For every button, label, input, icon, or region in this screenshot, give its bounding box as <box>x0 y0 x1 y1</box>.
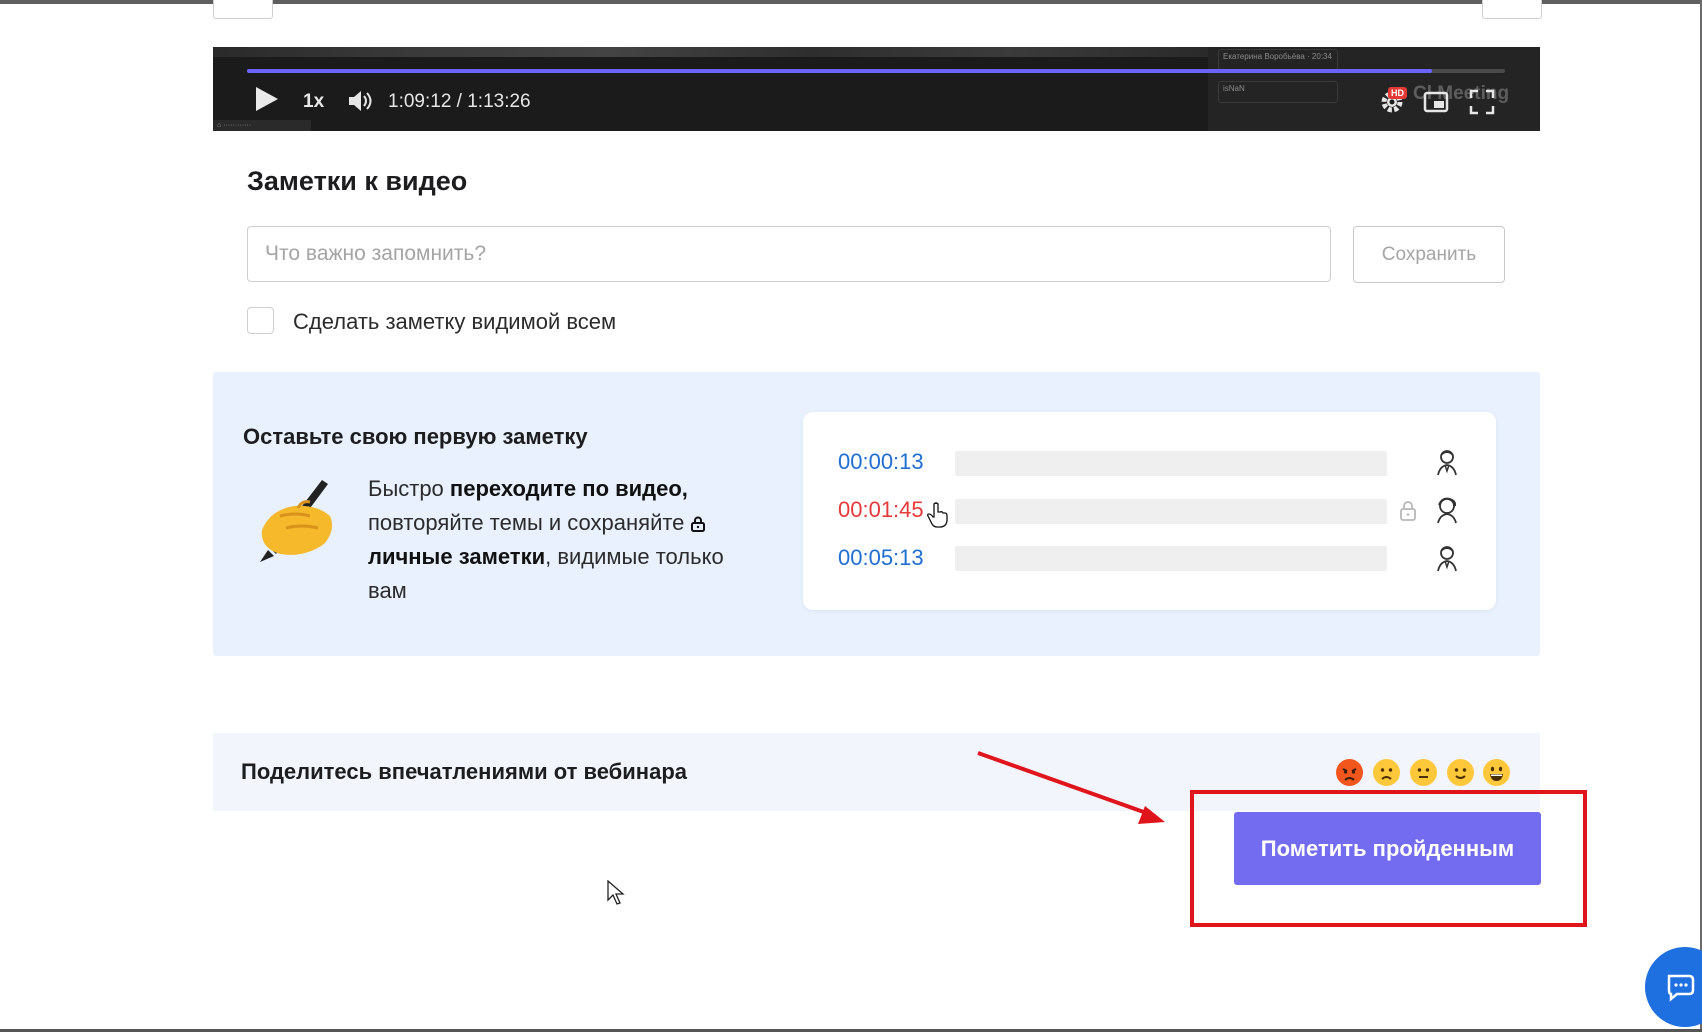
save-note-button[interactable]: Сохранить <box>1353 226 1505 283</box>
user-avatar-icon <box>1432 495 1462 525</box>
picture-in-picture-icon[interactable] <box>1423 89 1449 115</box>
promo-text-1: Быстро <box>368 476 450 501</box>
video-time-display: 1:09:12 / 1:13:26 <box>388 91 531 112</box>
playback-speed-button[interactable]: 1x <box>303 91 324 113</box>
visible-to-all-checkbox[interactable] <box>247 307 274 334</box>
chat-message: Екатерина Воробьёва · 20:34 <box>1218 49 1338 71</box>
user-avatar-icon <box>1432 543 1462 573</box>
example-note-time: 00:00:13 <box>838 449 924 474</box>
note-input[interactable] <box>247 226 1331 282</box>
mark-completed-button[interactable]: Пометить пройденным <box>1234 812 1541 885</box>
visible-to-all-label[interactable]: Сделать заметку видимой всем <box>293 309 616 335</box>
neutral-face-icon[interactable] <box>1410 759 1437 786</box>
promo-text-2: повторяйте темы и сохраняйте <box>368 510 691 535</box>
example-note-time: 00:01:45 <box>838 497 924 522</box>
notes-title: Заметки к видео <box>247 166 468 196</box>
example-note-bar <box>955 546 1387 571</box>
slightly-frowning-face-icon[interactable] <box>1373 759 1400 786</box>
slightly-smiling-face-icon[interactable] <box>1447 759 1474 786</box>
hd-badge: HD <box>1388 87 1407 99</box>
video-progress-fill <box>247 69 1433 73</box>
video-frame-strip <box>213 47 1208 57</box>
presenter-name-tag: ⌂ ············ <box>213 120 311 131</box>
promo-text-bold-1: переходите по видео, <box>449 476 688 501</box>
writing-hand-icon <box>240 470 336 562</box>
promo-title: Оставьте свою первую заметку <box>243 424 588 449</box>
chat-icon <box>1667 974 1695 1002</box>
example-note-time: 00:05:13 <box>838 545 924 570</box>
tab-stub-right[interactable] <box>1482 0 1542 19</box>
mouse-cursor-icon <box>607 879 625 911</box>
volume-icon[interactable] <box>347 89 373 119</box>
feedback-title: Поделитесь впечатлениями от вебинара <box>241 759 687 784</box>
example-note-bar <box>955 499 1387 524</box>
lock-icon <box>690 508 705 532</box>
user-avatar-icon <box>1432 447 1462 477</box>
promo-description: Быстро переходите по видео, повторяйте т… <box>368 472 748 608</box>
grinning-face-icon[interactable] <box>1483 759 1510 786</box>
angry-face-icon[interactable] <box>1336 759 1363 786</box>
annotation-arrow-icon <box>977 751 1165 824</box>
fullscreen-icon[interactable] <box>1469 89 1495 115</box>
chat-message-text: Екатерина Воробьёва · 20:34 <box>1223 52 1332 61</box>
promo-text-bold-2: личные заметки <box>368 544 546 569</box>
chat-message: isNaN <box>1218 81 1338 103</box>
chat-message-text: isNaN <box>1223 84 1245 93</box>
pointer-hand-cursor-icon <box>927 502 949 533</box>
example-note-bar <box>955 451 1387 476</box>
play-icon[interactable] <box>256 87 278 111</box>
private-lock-icon <box>1399 500 1417 522</box>
video-progress-bar[interactable] <box>247 69 1505 73</box>
video-player[interactable]: Екатерина Воробьёва · 20:34 isNaN 1x 1:0… <box>213 47 1540 131</box>
tab-stub-left[interactable] <box>213 0 273 19</box>
